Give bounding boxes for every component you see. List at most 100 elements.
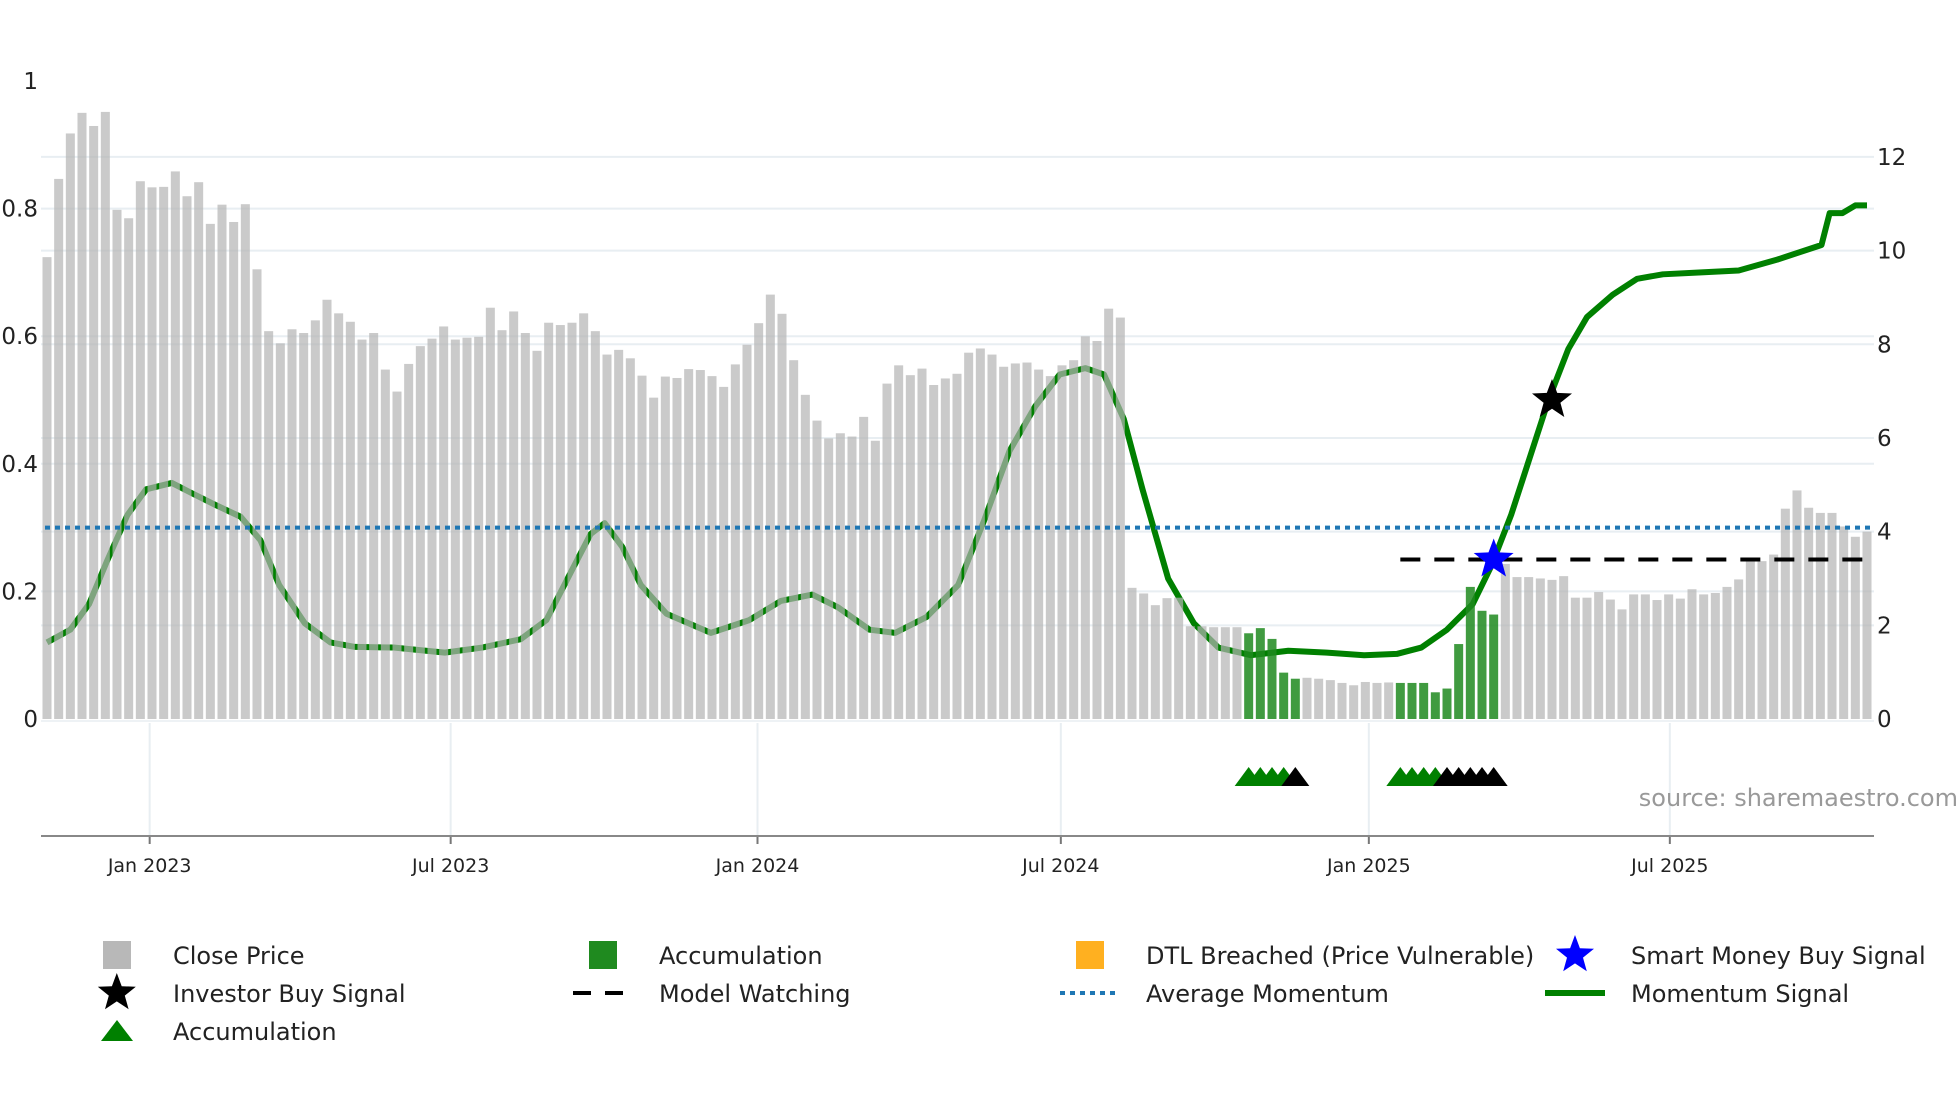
close-price-bar bbox=[695, 370, 705, 719]
close-price-bar bbox=[1617, 609, 1627, 719]
close-price-bar bbox=[824, 438, 834, 719]
accumulation-bar bbox=[1489, 614, 1499, 719]
close-price-bar bbox=[65, 133, 75, 720]
legend-label: Investor Buy Signal bbox=[173, 980, 406, 1008]
x-tick-label: Jan 2024 bbox=[715, 855, 800, 877]
close-price-bar bbox=[1302, 677, 1312, 719]
close-price-bar bbox=[275, 343, 285, 719]
close-price-bar bbox=[1314, 678, 1324, 719]
legend-label: Accumulation bbox=[173, 1018, 337, 1046]
legend: Close Price Accumulation DTL Breached (Pri… bbox=[97, 935, 1926, 1046]
close-price-bar bbox=[777, 313, 787, 719]
close-price-bar bbox=[637, 375, 647, 719]
accumulation-bar bbox=[1244, 633, 1254, 719]
accumulation-bar bbox=[1255, 628, 1265, 719]
close-price-bar bbox=[170, 171, 180, 720]
close-price-bar bbox=[730, 364, 740, 719]
close-price-bar bbox=[1337, 682, 1347, 719]
left-tick-label: 1 bbox=[23, 69, 38, 95]
legend-item: Close Price bbox=[103, 941, 305, 970]
close-price-bar bbox=[1547, 579, 1557, 719]
close-price-bar bbox=[264, 331, 274, 719]
source-note: source: sharemaestro.com bbox=[1639, 784, 1958, 812]
x-tick-label: Jul 2024 bbox=[1021, 855, 1099, 877]
close-price-bar bbox=[719, 386, 729, 719]
close-price-bar bbox=[882, 383, 892, 719]
close-price-bar bbox=[252, 269, 262, 719]
close-price-bar bbox=[1034, 369, 1044, 719]
chart: 00.20.40.60.81024681012Jan 2023 Jul 2023 J… bbox=[1, 69, 1958, 1046]
close-price-bar bbox=[1710, 592, 1720, 719]
close-price-bar bbox=[1360, 681, 1370, 719]
close-price-bar bbox=[392, 391, 402, 719]
legend-label: Momentum Signal bbox=[1631, 980, 1849, 1008]
right-tick-label: 4 bbox=[1877, 520, 1892, 546]
close-price-bar bbox=[765, 294, 775, 719]
close-price-bar bbox=[1057, 365, 1067, 719]
close-price-bar bbox=[1185, 626, 1195, 719]
x-tick-label: Jan 2025 bbox=[1326, 855, 1411, 877]
close-price-bar bbox=[625, 358, 635, 719]
x-tick-label: Jan 2023 bbox=[107, 855, 192, 877]
close-price-bar bbox=[1652, 600, 1662, 719]
close-price-bar bbox=[999, 366, 1009, 719]
legend-item: Accumulation bbox=[101, 1018, 337, 1046]
right-tick-label: 12 bbox=[1877, 145, 1906, 171]
close-price-bar bbox=[77, 112, 87, 720]
accumulation-bar bbox=[1279, 672, 1289, 719]
left-tick-label: 0.4 bbox=[1, 452, 38, 478]
legend-label: Smart Money Buy Signal bbox=[1631, 942, 1926, 970]
legend-item: Average Momentum bbox=[1060, 980, 1389, 1008]
close-price-bar bbox=[205, 223, 215, 719]
close-price-bar bbox=[1197, 626, 1207, 719]
close-price-bar bbox=[415, 346, 425, 719]
close-price-bar bbox=[1209, 627, 1219, 719]
close-price-bar bbox=[1687, 589, 1697, 719]
close-price-bar bbox=[1769, 554, 1779, 719]
close-price-bar bbox=[1757, 561, 1767, 719]
close-price-bar bbox=[1780, 508, 1790, 719]
close-price-bar bbox=[1594, 592, 1604, 719]
accumulation-bar bbox=[1465, 586, 1475, 719]
close-price-bar bbox=[217, 204, 227, 720]
close-price-bar bbox=[380, 369, 390, 719]
close-price-bar bbox=[742, 344, 752, 719]
close-price-bar bbox=[1232, 627, 1242, 719]
x-tick-label: Jul 2023 bbox=[411, 855, 489, 877]
close-price-bar bbox=[485, 307, 495, 719]
accumulation-bar bbox=[1419, 682, 1429, 719]
legend-label: Close Price bbox=[173, 942, 305, 970]
legend-item: Smart Money Buy Signal bbox=[1556, 935, 1926, 972]
left-tick-label: 0.8 bbox=[1, 197, 38, 223]
close-price-bar bbox=[1804, 507, 1814, 719]
close-price-bar bbox=[54, 178, 64, 719]
close-price-bar bbox=[1664, 594, 1674, 719]
close-price-bar bbox=[159, 186, 169, 720]
accumulation-bar bbox=[1454, 644, 1464, 719]
close-price-bar bbox=[1570, 597, 1580, 719]
close-price-bar bbox=[1022, 362, 1032, 719]
close-price-bar bbox=[439, 326, 449, 719]
close-price-bar bbox=[135, 181, 145, 719]
right-tick-label: 0 bbox=[1877, 707, 1892, 733]
close-price-bar bbox=[1815, 512, 1825, 719]
close-price-bar bbox=[404, 363, 414, 719]
accumulation-bar bbox=[1430, 692, 1440, 719]
right-tick-label: 2 bbox=[1877, 613, 1892, 639]
legend-swatch-icon bbox=[103, 941, 131, 969]
close-price-bar bbox=[847, 436, 857, 719]
close-price-bar bbox=[929, 385, 939, 719]
left-tick-label: 0.2 bbox=[1, 579, 38, 605]
legend-label: Model Watching bbox=[659, 980, 851, 1008]
legend-star-icon bbox=[1556, 935, 1594, 972]
close-price-bar bbox=[684, 369, 694, 719]
close-price-bar bbox=[182, 196, 192, 720]
close-price-bar bbox=[905, 375, 915, 719]
close-price-bar bbox=[1174, 597, 1184, 719]
close-price-bar bbox=[1699, 594, 1709, 719]
close-price-bar bbox=[345, 321, 355, 719]
close-price-bar bbox=[310, 320, 320, 719]
close-price-bar bbox=[1150, 605, 1160, 719]
accumulation-bar bbox=[1407, 682, 1417, 719]
close-price-bar bbox=[1139, 593, 1149, 719]
